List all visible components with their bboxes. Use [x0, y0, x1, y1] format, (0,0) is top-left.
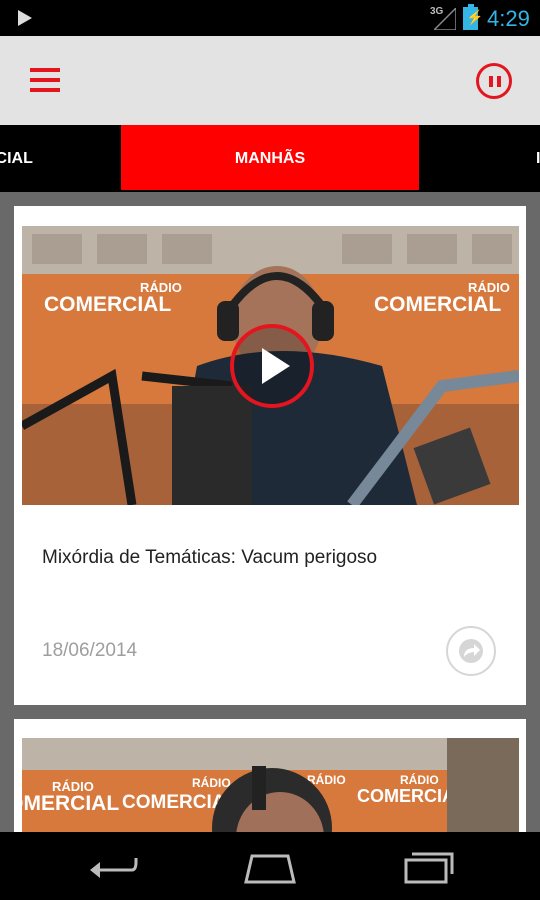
card-date: 18/06/2014	[42, 640, 138, 661]
pause-circle-icon[interactable]	[476, 63, 512, 99]
card-title[interactable]: Mixórdia de Temáticas: Vacum perigoso	[42, 547, 377, 569]
tab-comercial[interactable]: RCIAL	[0, 125, 104, 192]
video-thumbnail[interactable]: RÁDIO COMERCIAL RÁDIO COMERCIAL	[22, 226, 519, 505]
signal-icon	[434, 8, 456, 30]
status-bar: 3G ⚡ 4:29	[0, 0, 540, 36]
video-thumbnail[interactable]: RÁDIO COMERCIAL RÁDIO COMERCIAL RÁDIO RÁ…	[22, 738, 519, 832]
logo-comercial: COMERCIAL	[22, 792, 119, 815]
logo-comercial: COMERCIAL	[44, 293, 171, 316]
tab-bar: RCIAL MANHÃS I	[0, 125, 540, 192]
clock: 4:29	[487, 6, 530, 31]
share-icon[interactable]	[446, 626, 496, 676]
bolt-icon: ⚡	[466, 9, 484, 25]
system-nav-bar	[0, 832, 540, 900]
home-icon[interactable]	[240, 844, 300, 888]
play-icon	[18, 10, 32, 26]
play-circle-icon[interactable]	[230, 324, 314, 408]
logo-comercial: COMERCIAL	[374, 293, 501, 316]
tab-next[interactable]: I	[536, 125, 540, 192]
logo-radio: RÁDIO	[400, 772, 439, 787]
hamburger-menu-icon[interactable]	[30, 68, 60, 92]
logo-radio: RÁDIO	[192, 775, 231, 790]
recents-icon[interactable]	[398, 844, 458, 888]
app-bar	[0, 36, 540, 125]
feed-list[interactable]: RÁDIO COMERCIAL RÁDIO COMERCIAL Mixórdia…	[0, 192, 540, 832]
feed-card[interactable]: RÁDIO COMERCIAL RÁDIO COMERCIAL RÁDIO RÁ…	[14, 719, 526, 832]
back-icon[interactable]	[82, 844, 142, 888]
tab-manhas[interactable]: MANHÃS	[121, 125, 419, 190]
feed-card[interactable]: RÁDIO COMERCIAL RÁDIO COMERCIAL Mixórdia…	[14, 206, 526, 705]
